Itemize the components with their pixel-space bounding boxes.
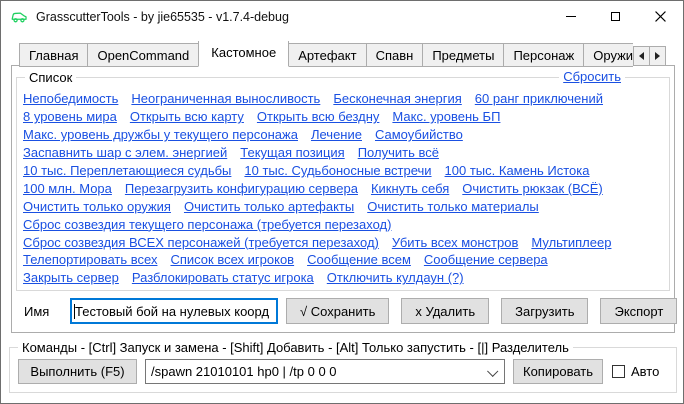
command-value: /spawn 21010101 hp0 | /tp 0 0 0 — [151, 364, 337, 379]
tab-strip: Главная OpenCommand Кастомное Артефакт С… — [19, 41, 633, 67]
list-link[interactable]: 60 ранг приключений — [475, 91, 603, 106]
save-button[interactable]: √ Сохранить — [286, 298, 389, 324]
link-row: Телепортировать всех Список всех игроков… — [23, 251, 611, 269]
maximize-button[interactable] — [593, 1, 638, 31]
tab-artefakt[interactable]: Артефакт — [288, 43, 366, 67]
list-link[interactable]: Бесконечная энергия — [333, 91, 461, 106]
list-link[interactable]: Лечение — [311, 127, 362, 142]
tab-scroll-buttons — [633, 46, 665, 66]
list-link[interactable]: Открыть всю карту — [130, 109, 244, 124]
link-row: 8 уровень мира Открыть всю карту Открыть… — [23, 108, 611, 126]
link-row: 10 тыс. Переплетающиеся судьбы 10 тыс. С… — [23, 162, 611, 180]
tab-glavnaya[interactable]: Главная — [19, 43, 88, 67]
name-input[interactable]: Тестовый бой на нулевых коорд — [70, 298, 278, 324]
minimize-button[interactable] — [548, 1, 593, 31]
commands-groupbox: Команды - [Ctrl] Запуск и замена - [Shif… — [9, 347, 677, 393]
list-link[interactable]: Убить всех монстров — [392, 235, 519, 250]
list-link[interactable]: 8 уровень мира — [23, 109, 117, 124]
list-link[interactable]: 10 тыс. Судьбоносные встречи — [244, 163, 431, 178]
commands-group-label: Команды - [Ctrl] Запуск и замена - [Shif… — [18, 340, 573, 355]
tab-predmety[interactable]: Предметы — [422, 43, 504, 67]
export-button[interactable]: Экспорт — [600, 298, 677, 324]
delete-button[interactable]: x Удалить — [401, 298, 489, 324]
list-link[interactable]: Список всех игроков — [170, 252, 294, 267]
list-link[interactable]: Текущая позиция — [240, 145, 344, 160]
tab-page-kastomnoe: Список Сбросить Непобедимость Неограниче… — [11, 65, 675, 333]
list-group-label: Список — [25, 70, 76, 85]
command-row: Выполнить (F5) /spawn 21010101 hp0 | /tp… — [18, 359, 659, 384]
tab-spavn[interactable]: Спавн — [366, 43, 424, 67]
list-link[interactable]: Телепортировать всех — [23, 252, 157, 267]
app-window: GrasscutterTools - by jie65535 - v1.7.4-… — [0, 0, 684, 404]
list-link[interactable]: Макс. уровень дружбы у текущего персонаж… — [23, 127, 298, 142]
auto-checkbox-label: Авто — [631, 364, 659, 379]
command-combobox[interactable]: /spawn 21010101 hp0 | /tp 0 0 0 — [145, 359, 505, 384]
list-link[interactable]: Сброс созвездия ВСЕХ персонажей (требует… — [23, 235, 379, 250]
copy-button[interactable]: Копировать — [513, 359, 603, 384]
run-button[interactable]: Выполнить (F5) — [18, 359, 137, 384]
close-icon — [655, 11, 666, 22]
list-link[interactable]: Отключить кулдаун (?) — [327, 270, 464, 285]
list-link[interactable]: Самоубийство — [375, 127, 463, 142]
tab-scroll-left-button[interactable] — [633, 46, 650, 66]
close-button[interactable] — [638, 1, 683, 31]
list-link[interactable]: Макс. уровень БП — [392, 109, 500, 124]
list-link[interactable]: 100 тыс. Камень Истока — [445, 163, 590, 178]
app-icon — [10, 9, 28, 24]
list-link[interactable]: Сообщение сервера — [424, 252, 548, 267]
link-row: Непобедимость Неограниченная выносливост… — [23, 90, 611, 108]
maximize-icon — [611, 12, 620, 21]
tab-oruzhie[interactable]: Оружие — [583, 43, 633, 67]
command-link-list: Непобедимость Неограниченная выносливост… — [23, 90, 611, 287]
list-link[interactable]: Очистить рюкзак (ВСЁ) — [462, 181, 602, 196]
link-row: Сброс созвездия текущего персонажа (треб… — [23, 215, 611, 233]
link-row: Закрыть сервер Разблокировать статус игр… — [23, 269, 611, 287]
list-link[interactable]: Перезагрузить конфигурацию сервера — [125, 181, 358, 196]
tab-scroll-right-button[interactable] — [649, 46, 666, 66]
list-link[interactable]: Неограниченная выносливость — [131, 91, 320, 106]
link-row: Заспавнить шар с элем. энергией Текущая … — [23, 144, 611, 162]
list-link[interactable]: Сообщение всем — [307, 252, 411, 267]
arrow-right-icon — [655, 52, 660, 60]
list-groupbox: Список Сбросить Непобедимость Неограниче… — [16, 77, 670, 291]
name-label: Имя — [24, 304, 58, 319]
name-input-value: Тестовый бой на нулевых коорд — [75, 304, 269, 319]
list-link[interactable]: 100 млн. Мора — [23, 181, 112, 196]
list-link[interactable]: Очистить только артефакты — [184, 199, 354, 214]
reset-link[interactable]: Сбросить — [559, 69, 625, 84]
list-link[interactable]: Разблокировать статус игрока — [132, 270, 314, 285]
list-link[interactable]: Очистить только материалы — [367, 199, 539, 214]
auto-checkbox[interactable] — [612, 365, 625, 378]
minimize-icon — [566, 16, 576, 17]
list-link[interactable]: 10 тыс. Переплетающиеся судьбы — [23, 163, 231, 178]
list-link[interactable]: Очистить только оружия — [23, 199, 171, 214]
list-link[interactable]: Заспавнить шар с элем. энергией — [23, 145, 227, 160]
tab-opencommand[interactable]: OpenCommand — [87, 43, 199, 67]
title-bar: GrasscutterTools - by jie65535 - v1.7.4-… — [1, 1, 683, 32]
tab-kastomnoe[interactable]: Кастомное — [198, 41, 289, 67]
list-link[interactable]: Закрыть сервер — [23, 270, 119, 285]
list-link[interactable]: Получить всё — [358, 145, 439, 160]
arrow-left-icon — [639, 52, 644, 60]
list-link[interactable]: Непобедимость — [23, 91, 118, 106]
list-link[interactable]: Открыть всю бездну — [257, 109, 379, 124]
link-row: Макс. уровень дружбы у текущего персонаж… — [23, 126, 611, 144]
window-title: GrasscutterTools - by jie65535 - v1.7.4-… — [36, 10, 289, 24]
chevron-down-icon — [487, 366, 498, 377]
name-row: Имя Тестовый бой на нулевых коорд √ Сохр… — [24, 298, 684, 324]
load-button[interactable]: Загрузить — [501, 298, 588, 324]
tab-personazh[interactable]: Персонаж — [503, 43, 584, 67]
link-row: Сброс созвездия ВСЕХ персонажей (требует… — [23, 233, 611, 251]
list-link[interactable]: Сброс созвездия текущего персонажа (треб… — [23, 217, 391, 232]
list-link[interactable]: Мультиплеер — [531, 235, 611, 250]
link-row: 100 млн. Мора Перезагрузить конфигурацию… — [23, 179, 611, 197]
link-row: Очистить только оружия Очистить только а… — [23, 197, 611, 215]
list-link[interactable]: Кикнуть себя — [371, 181, 449, 196]
